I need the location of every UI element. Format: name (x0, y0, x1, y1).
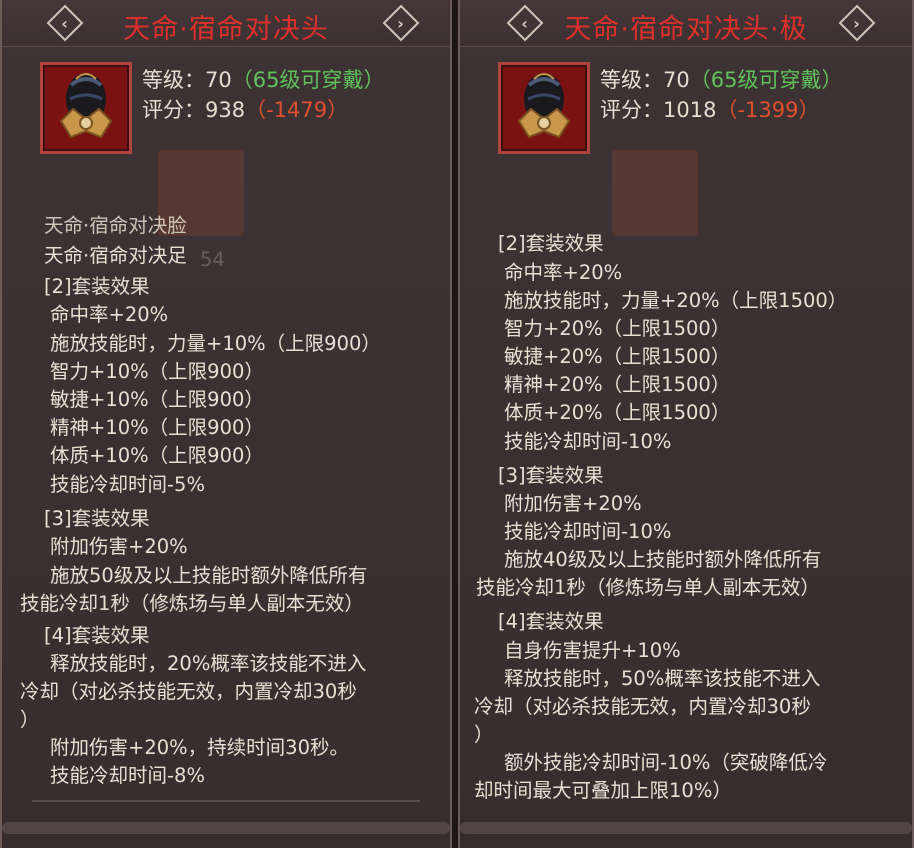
bonus-line: 施放50级及以上技能时额外降低所有 (50, 564, 368, 587)
set-piece-line: 天命·宿命对决脸 (44, 214, 187, 237)
title-bar: ‹ 天命·宿命对决头 › (2, 0, 450, 47)
score-row: 评分：1018（-1399） (600, 94, 819, 124)
item-icon-frame (498, 62, 590, 154)
bonus-line: 自身伤害提升+10% (504, 639, 681, 662)
bonus-line: 敏捷+10%（上限900） (50, 388, 264, 411)
bonus-line: 却时间最大可叠加上限10%） (474, 779, 732, 802)
level-row: 等级：70（65级可穿戴） (600, 64, 842, 94)
helmet-icon (59, 73, 113, 139)
bonus-line: 施放技能时，力量+20%（上限1500） (504, 289, 848, 312)
score-diff: （-1399） (716, 98, 820, 122)
bonus-line: 命中率+20% (504, 261, 623, 284)
ghost-text: 54 (200, 248, 225, 271)
bonus-line: 技能冷却时间-8% (50, 764, 205, 787)
bonus-line: 敏捷+20%（上限1500） (504, 345, 731, 368)
bonus-line: 技能冷却时间-10% (504, 520, 672, 543)
item-title: 天命·宿命对决头 (123, 14, 329, 45)
bonus-line: 技能冷却1秒（修炼场与单人副本无效） (20, 592, 364, 615)
set-bonus-header: [3]套装效果 (44, 507, 150, 530)
bonus-line: 智力+10%（上限900） (50, 360, 264, 383)
bonus-line: 施放技能时，力量+10%（上限900） (50, 332, 381, 355)
level-requirement: （65级可穿戴） (689, 68, 843, 92)
set-bonus-header: [4]套装效果 (44, 624, 150, 647)
item-icon-frame (40, 62, 132, 154)
set-bonus-header: [4]套装效果 (498, 610, 604, 633)
bonus-line: 智力+20%（上限1500） (504, 317, 731, 340)
bonus-line: 冷却（对必杀技能无效，内置冷却30秒 (474, 695, 811, 718)
level-text: 等级：70 (142, 68, 232, 92)
bonus-line: 体质+10%（上限900） (50, 444, 264, 467)
level-requirement: （65级可穿戴） (231, 68, 385, 92)
tooltip-panel-right: ‹ 天命·宿命对决头·极 › 等级：70（65级可穿戴） 评分：1018（-13… (458, 0, 914, 848)
score-diff: （-1479） (245, 98, 349, 122)
score-text: 评分：1018 (600, 98, 717, 122)
score-text: 评分：938 (142, 98, 246, 122)
bonus-line: ） (474, 723, 494, 746)
bonus-line: 技能冷却1秒（修炼场与单人副本无效） (476, 576, 820, 599)
set-piece-line: 天命·宿命对决足 (44, 244, 187, 267)
divider-line (32, 800, 420, 802)
bonus-line: 施放40级及以上技能时额外降低所有 (504, 548, 822, 571)
set-bonus-header: [2]套装效果 (498, 232, 604, 255)
bonus-line: 体质+20%（上限1500） (504, 401, 731, 424)
bonus-line: ） (20, 708, 40, 731)
bonus-line: 技能冷却时间-10% (504, 430, 672, 453)
bonus-line: 精神+10%（上限900） (50, 416, 264, 439)
level-text: 等级：70 (600, 68, 690, 92)
set-bonus-header: [2]套装效果 (44, 275, 150, 298)
title-bar: ‹ 天命·宿命对决头·极 › (460, 0, 912, 47)
set-bonus-header: [3]套装效果 (498, 464, 604, 487)
scrollbar[interactable] (460, 822, 912, 834)
bonus-line: 精神+20%（上限1500） (504, 373, 731, 396)
ghost-item-icon (612, 150, 698, 236)
bonus-line: 释放技能时，50%概率该技能不进入 (504, 667, 821, 690)
helmet-icon (517, 73, 571, 139)
tooltip-panel-left: ‹ 天命·宿命对决头 › 等级：70（65级可穿戴） 评分：938（-1479）… (0, 0, 452, 848)
bonus-line: 额外技能冷却时间-10%（突破降低冷 (504, 751, 828, 774)
bonus-line: 冷却（对必杀技能无效，内置冷却30秒 (20, 680, 357, 703)
level-row: 等级：70（65级可穿戴） (142, 64, 384, 94)
bonus-line: 释放技能时，20%概率该技能不进入 (50, 652, 367, 675)
bonus-line: 附加伤害+20%，持续时间30秒。 (50, 736, 349, 759)
bonus-line: 技能冷却时间-5% (50, 473, 205, 496)
bonus-line: 附加伤害+20% (504, 492, 642, 515)
score-row: 评分：938（-1479） (142, 94, 348, 124)
bonus-line: 附加伤害+20% (50, 535, 188, 558)
scrollbar[interactable] (2, 822, 450, 834)
bonus-line: 命中率+20% (50, 303, 169, 326)
